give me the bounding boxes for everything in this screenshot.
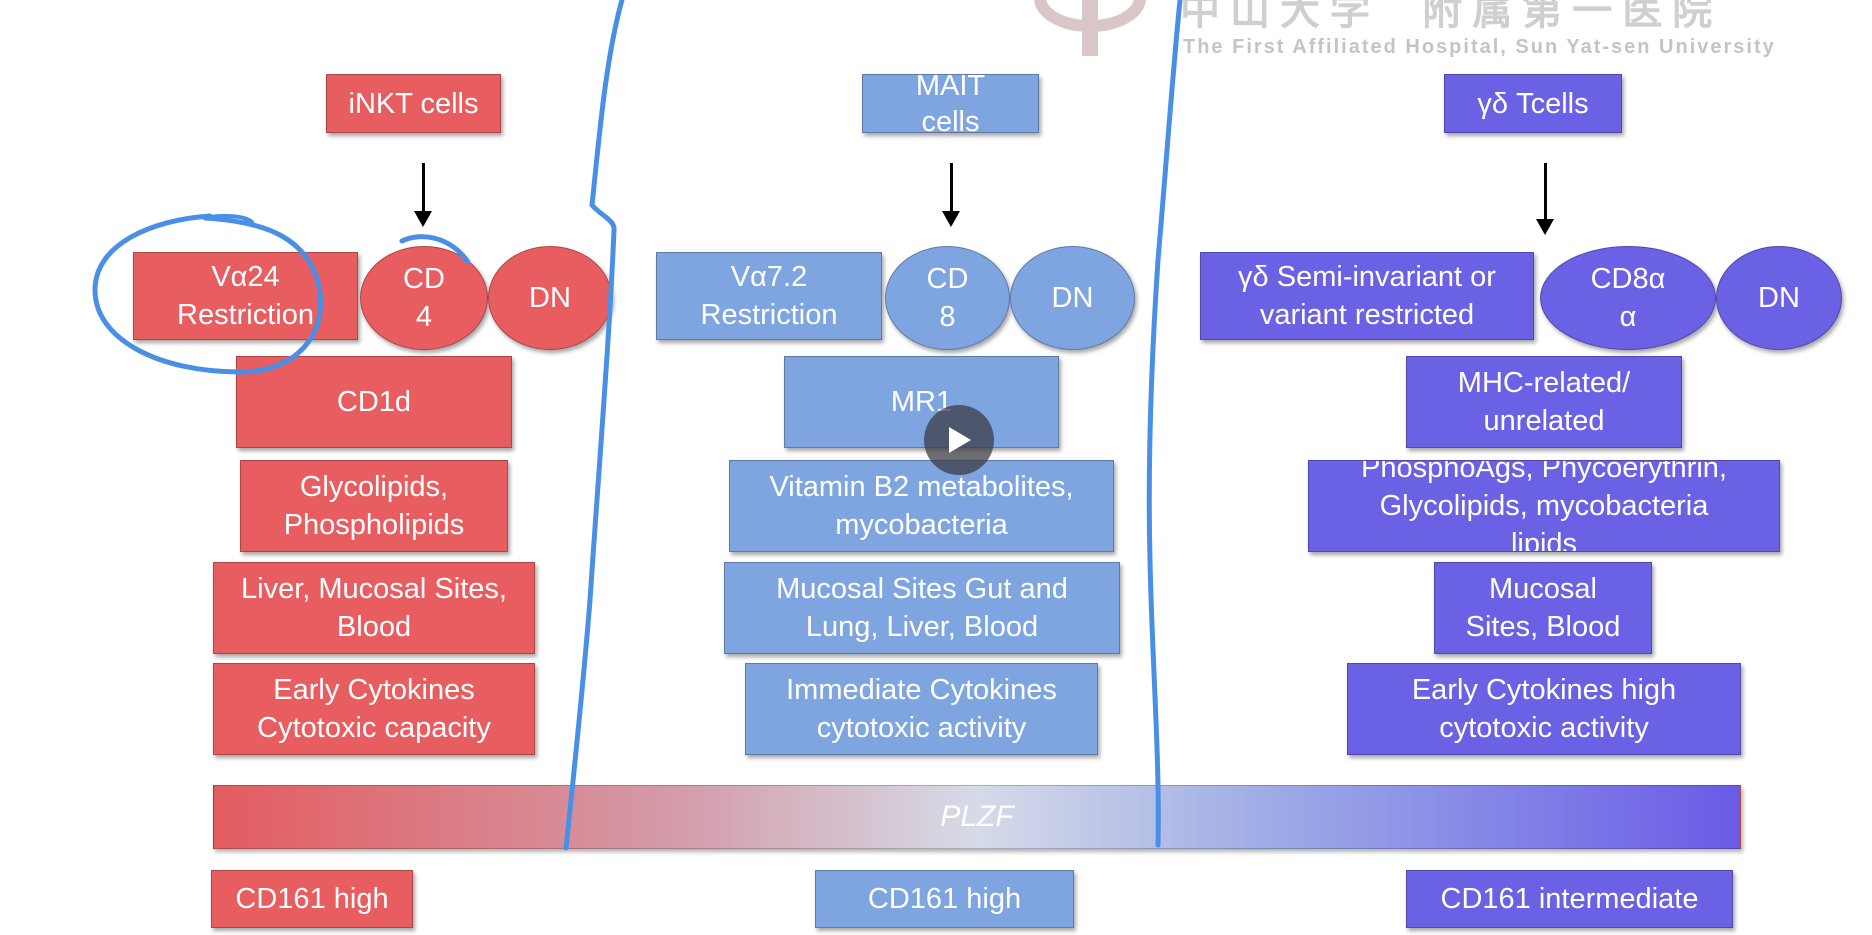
left-divider-stroke	[563, 0, 625, 851]
play-button[interactable]	[924, 405, 994, 475]
hand-annotations	[92, 0, 1183, 851]
play-icon	[949, 427, 971, 453]
cd4-tick-stroke	[399, 234, 471, 265]
restriction-circle	[92, 213, 324, 375]
right-divider-stroke	[1146, 0, 1183, 848]
